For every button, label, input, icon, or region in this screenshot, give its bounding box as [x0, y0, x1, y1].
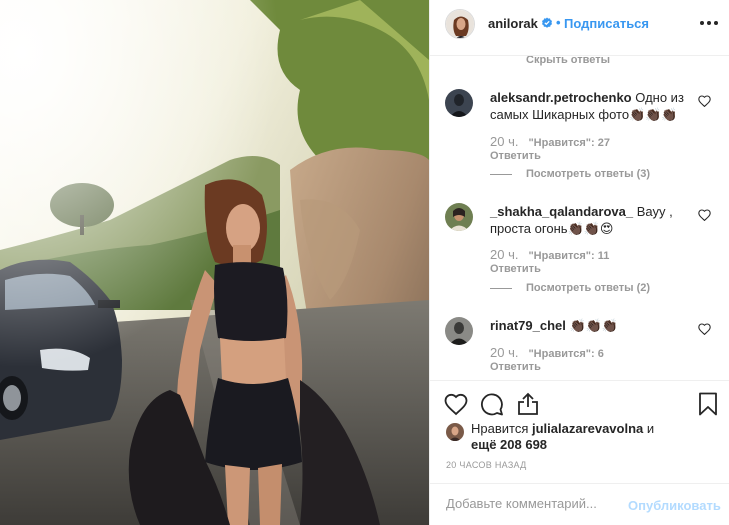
comment-time[interactable]: 20 ч.	[490, 345, 518, 360]
replies-divider-line	[490, 173, 512, 175]
comment-text: _shakha_qalandarova_ Вауу , проста огонь…	[490, 203, 690, 237]
comment-text: rinat79_chel 👏🏿👏🏿👏🏿	[490, 317, 690, 334]
comment-time[interactable]: 20 ч.	[490, 134, 518, 149]
commenter-username[interactable]: rinat79_chel	[490, 318, 566, 333]
commenter-avatar[interactable]	[445, 203, 473, 231]
reply-button[interactable]: Ответить	[490, 361, 541, 373]
comment-meta: 20 ч. "Нравится": 27	[490, 134, 610, 149]
likes-suffix: и	[643, 421, 655, 436]
verified-badge-icon	[542, 17, 552, 28]
hide-replies-button[interactable]: Скрыть ответы	[526, 56, 610, 66]
follow-button[interactable]: Подписаться	[564, 16, 649, 31]
likes-prefix: Нравится	[471, 421, 532, 436]
header-separator: •	[556, 15, 561, 30]
view-replies-label: Посмотреть ответы (2)	[526, 282, 651, 294]
more-dot	[714, 21, 718, 25]
comment-like-heart-icon[interactable]	[698, 323, 711, 335]
reply-button[interactable]: Ответить	[490, 263, 541, 275]
comments-list[interactable]: Скрыть ответы aleksandr.petrochenko Одно…	[430, 56, 729, 380]
comment-likes-count[interactable]: "Нравится": 27	[528, 137, 609, 149]
view-replies-button[interactable]: Посмотреть ответы (2)	[490, 282, 650, 294]
heart-icon[interactable]	[444, 392, 468, 416]
comment-meta: 20 ч. "Нравится": 6	[490, 345, 604, 360]
share-icon[interactable]	[516, 392, 540, 416]
likes-summary-first-line: Нравится julialazarevavolna и	[471, 421, 654, 437]
reply-button[interactable]: Ответить	[490, 150, 541, 162]
bookmark-icon[interactable]	[696, 392, 720, 416]
comment-body: 👏🏿👏🏿👏🏿	[569, 318, 619, 333]
view-replies-label: Посмотреть ответы (3)	[526, 168, 651, 180]
publish-button[interactable]: Опубликовать	[628, 498, 721, 513]
more-dot	[700, 21, 704, 25]
replies-divider-line	[490, 287, 512, 289]
commenter-avatar[interactable]	[445, 317, 473, 345]
comment-icon[interactable]	[480, 392, 504, 416]
liker-avatar[interactable]	[446, 423, 464, 441]
post-details-panel: anilorak • Подписаться Скрыть ответы ale…	[429, 0, 729, 525]
comment-input[interactable]	[446, 496, 626, 511]
comment-like-heart-icon[interactable]	[698, 95, 711, 107]
more-options-icon[interactable]	[700, 21, 718, 25]
comment-meta: 20 ч. "Нравится": 11	[490, 247, 609, 262]
comment-text: aleksandr.petrochenko Одно из самых Шика…	[490, 89, 690, 123]
comment-likes-count[interactable]: "Нравится": 11	[528, 250, 609, 262]
post-time-ago[interactable]: 20 ЧАСОВ НАЗАД	[446, 460, 527, 470]
post-header: anilorak • Подписаться	[430, 0, 729, 56]
more-dot	[707, 21, 711, 25]
comment-time[interactable]: 20 ч.	[490, 247, 518, 262]
commenter-username[interactable]: aleksandr.petrochenko	[490, 90, 632, 105]
commenter-avatar[interactable]	[445, 89, 473, 117]
author-avatar[interactable]	[445, 9, 475, 39]
author-username[interactable]: anilorak	[488, 16, 538, 31]
commenter-username[interactable]: _shakha_qalandarova_	[490, 204, 633, 219]
likes-count-button[interactable]: ещё 208 698	[471, 437, 547, 453]
liker-username[interactable]: julialazarevavolna	[532, 421, 643, 436]
add-comment-bar: Опубликовать	[430, 483, 729, 525]
view-replies-button[interactable]: Посмотреть ответы (3)	[490, 168, 650, 180]
comment-likes-count[interactable]: "Нравится": 6	[528, 348, 603, 360]
post-photo[interactable]	[0, 0, 429, 525]
comment-like-heart-icon[interactable]	[698, 209, 711, 221]
